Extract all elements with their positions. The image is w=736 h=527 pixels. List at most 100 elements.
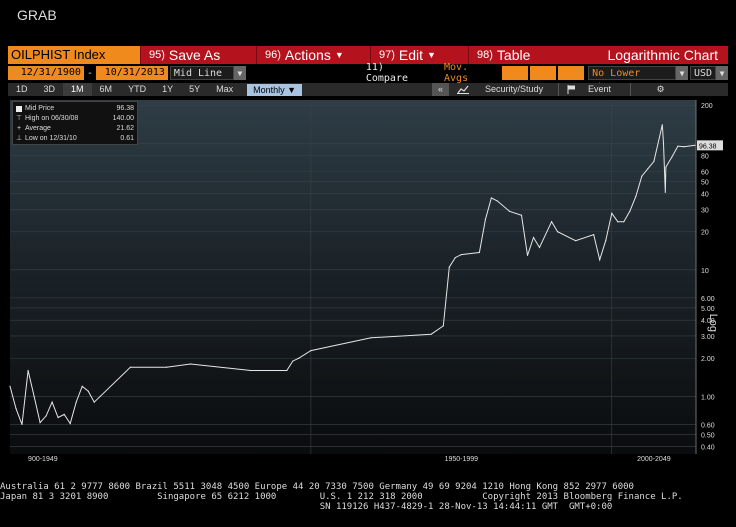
legend-item: ⊤ High on 06/30/08 140.00 — [16, 114, 134, 124]
actions-number: 96) — [265, 49, 281, 61]
y-tick-label: 50 — [701, 179, 709, 186]
data-point — [605, 240, 607, 242]
data-point — [442, 325, 444, 327]
period-1y[interactable]: 1Y — [154, 83, 181, 96]
legend-item: + Average 21.62 — [16, 124, 134, 134]
mov-avgs-field-2[interactable] — [530, 66, 557, 80]
data-point — [490, 197, 493, 199]
last-value-label: 96.38 — [699, 143, 717, 150]
footer: Australia 61 2 9777 8600 Brazil 5511 304… — [0, 482, 736, 512]
y-tick-label: 0.40 — [701, 445, 715, 452]
security-study-button[interactable]: Security/Study — [448, 83, 558, 96]
average-marker-icon: + — [16, 125, 22, 132]
data-point — [665, 166, 667, 168]
settings-button[interactable]: ⚙ — [630, 83, 690, 96]
data-point — [556, 231, 559, 233]
chart-study-icon — [457, 85, 470, 94]
price-chart[interactable]: 200100806050403020106.005.004.003.002.00… — [8, 98, 728, 462]
data-point — [664, 191, 666, 193]
ticker-field[interactable]: OILPHIST Index — [8, 46, 140, 64]
chart-canvas[interactable]: 200100806050403020106.005.004.003.002.00… — [8, 98, 728, 462]
data-point — [538, 246, 541, 249]
data-point — [671, 156, 673, 158]
period-ytd[interactable]: YTD — [120, 83, 154, 96]
legend-label: Average — [25, 125, 51, 132]
data-point — [661, 124, 663, 126]
actions-label: Actions — [284, 47, 331, 63]
period-1m[interactable]: 1M — [63, 83, 92, 96]
chart-legend: Mid Price 96.38 ⊤ High on 06/30/08 140.00… — [12, 101, 138, 145]
line-mode-select[interactable]: Mid Line — [169, 66, 234, 80]
data-point — [292, 360, 294, 362]
data-point — [647, 168, 649, 170]
lower-chart-select[interactable]: No Lower Chart — [588, 66, 677, 93]
end-date-field[interactable]: 10/31/2013 — [95, 66, 168, 80]
data-point — [9, 385, 11, 387]
y-tick-label: 200 — [701, 103, 713, 110]
data-point — [575, 240, 577, 242]
data-point — [508, 210, 511, 212]
data-point — [81, 385, 83, 387]
table-label: Table — [496, 47, 531, 63]
data-point — [448, 266, 450, 268]
period-max[interactable]: Max — [208, 83, 241, 96]
period-5y[interactable]: 5Y — [181, 83, 208, 96]
compare-button[interactable]: 11) Compare — [366, 62, 432, 84]
currency-select[interactable]: USD — [690, 66, 717, 80]
y-tick-label: 3.00 — [701, 334, 715, 341]
chevron-down-icon[interactable]: ▼ — [676, 66, 689, 80]
frequency-select[interactable]: Monthly ▼ — [247, 83, 303, 96]
y-axis-title: Log — [707, 314, 719, 332]
data-point — [430, 333, 432, 335]
data-point — [189, 363, 192, 365]
save-as-button[interactable]: 95) Save As — [140, 46, 256, 64]
chevron-down-icon[interactable]: ▼ — [716, 66, 728, 80]
period-1d[interactable]: 1D — [8, 83, 36, 96]
actions-button[interactable]: 96) Actions ▼ — [256, 46, 370, 64]
data-point — [370, 337, 372, 339]
data-point — [683, 146, 685, 148]
window-title: GRAB — [17, 7, 57, 23]
start-date-field[interactable]: 12/31/1900 — [8, 66, 84, 80]
back-icon[interactable]: « — [432, 83, 449, 96]
high-marker-icon: ⊤ — [16, 115, 23, 122]
y-tick-label: 10 — [701, 268, 709, 275]
save-as-number: 95) — [149, 49, 165, 61]
mov-avgs-button[interactable]: Mov. Avgs — [444, 62, 498, 84]
chevron-down-icon[interactable]: ▼ — [233, 66, 246, 80]
y-tick-label: 0.60 — [701, 422, 715, 429]
mov-avgs-field-3[interactable] — [558, 66, 585, 80]
data-point — [250, 369, 252, 372]
data-point — [454, 256, 456, 259]
data-point — [15, 407, 17, 410]
legend-label: Mid Price — [25, 105, 55, 112]
period-3d[interactable]: 3D — [36, 83, 64, 96]
y-tick-label: 80 — [701, 154, 709, 161]
legend-value: 96.38 — [116, 105, 134, 112]
mov-avgs-field[interactable] — [502, 66, 529, 80]
frequency-label: Monthly — [253, 84, 285, 95]
legend-value: 140.00 — [112, 115, 134, 122]
data-point — [662, 142, 665, 144]
data-point — [75, 401, 77, 403]
data-point — [286, 369, 288, 372]
y-tick-label: 1.00 — [701, 394, 715, 401]
data-point — [478, 251, 480, 254]
data-point — [93, 401, 95, 403]
data-point — [599, 259, 601, 261]
legend-item: ⊥ Low on 12/31/10 0.61 — [16, 134, 134, 144]
data-point — [617, 221, 619, 223]
data-point — [69, 422, 71, 425]
y-tick-label: 60 — [701, 169, 709, 176]
data-point — [99, 395, 101, 397]
legend-value: 21.62 — [116, 125, 134, 132]
event-button[interactable]: Event — [558, 83, 630, 96]
data-point — [484, 218, 486, 221]
period-6m[interactable]: 6M — [92, 83, 121, 96]
data-point — [496, 200, 499, 202]
data-point — [51, 401, 53, 403]
data-point — [33, 395, 35, 397]
chevron-down-icon: ▼ — [334, 50, 344, 60]
chart-type-label[interactable]: Logarithmic Chart — [608, 47, 729, 63]
data-point — [635, 195, 637, 198]
